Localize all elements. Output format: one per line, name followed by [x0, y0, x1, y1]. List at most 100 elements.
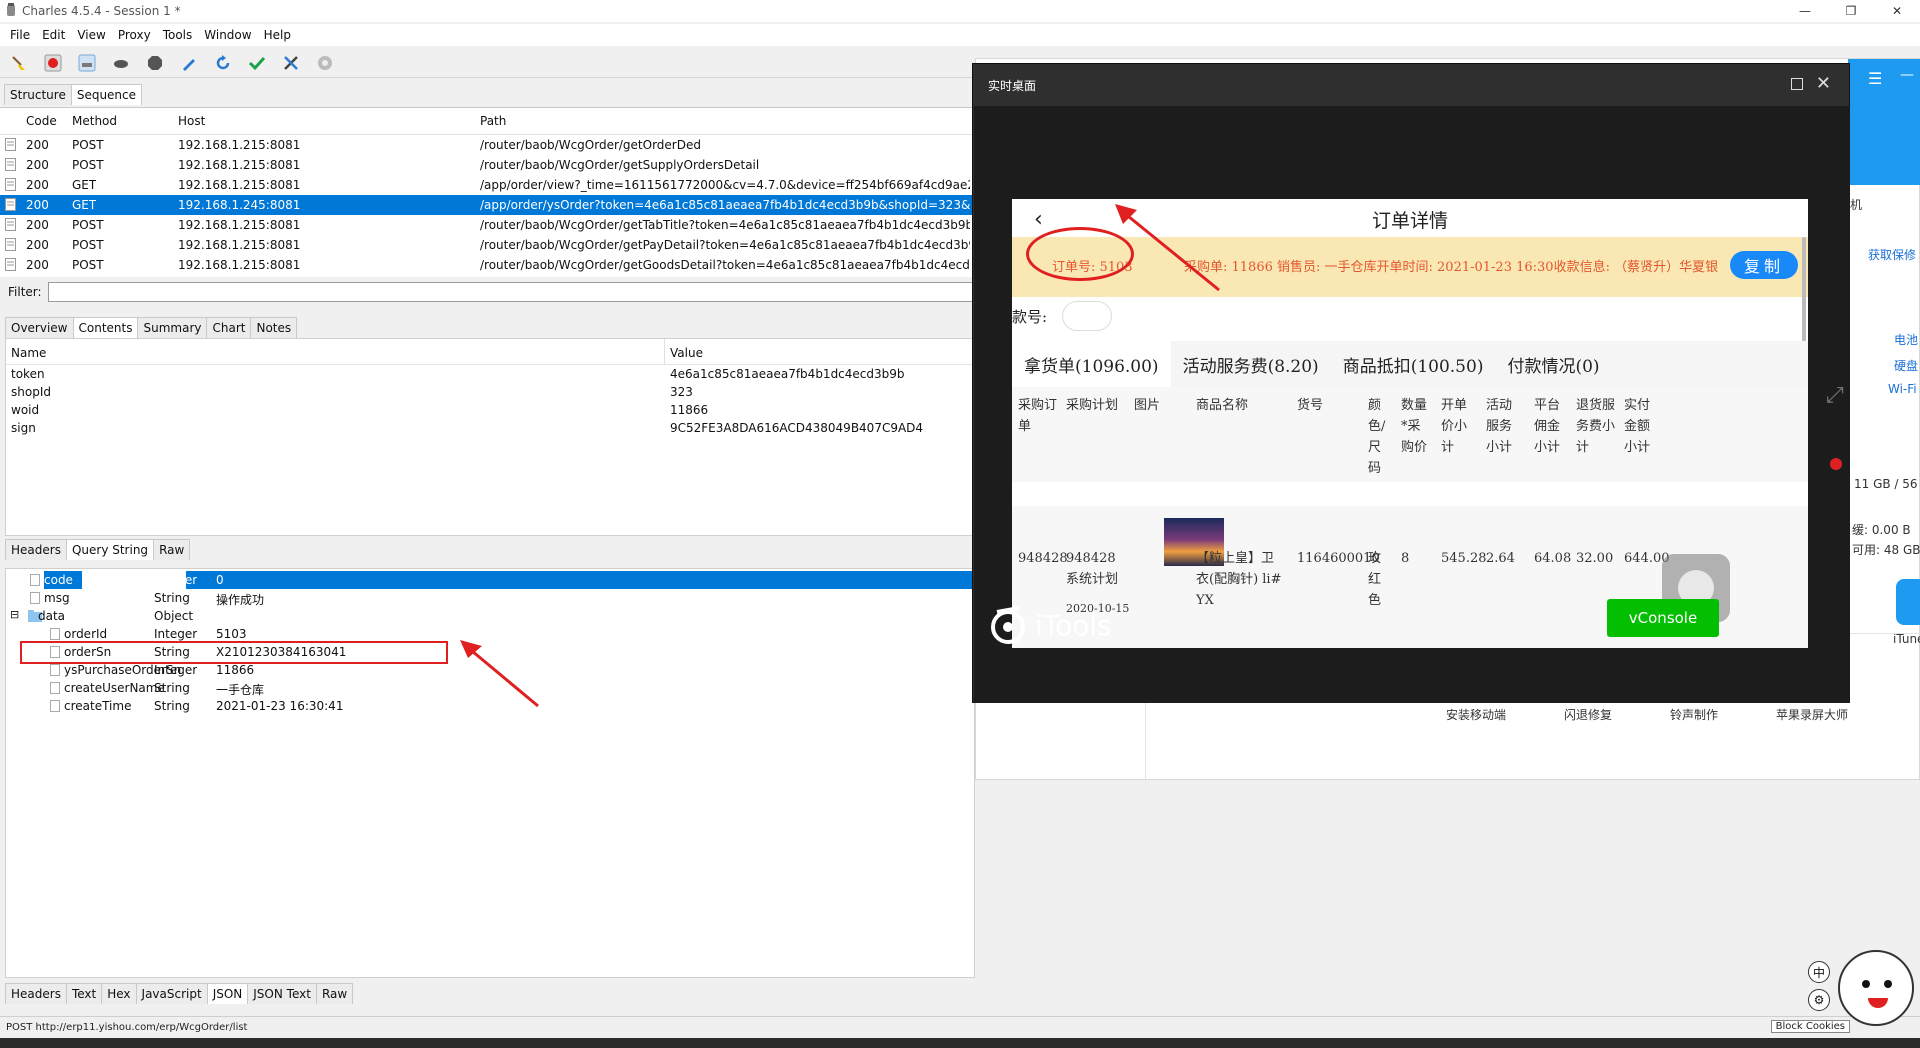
tab-overview[interactable]: Overview [5, 317, 74, 338]
tab-pickup-order[interactable]: 拿货单(1096.00) [1012, 341, 1171, 387]
close-button[interactable]: ✕ [1874, 0, 1920, 22]
itunes-icon[interactable] [1896, 579, 1920, 625]
menu-edit[interactable]: Edit [36, 28, 71, 42]
qs-col-name[interactable]: Name [11, 346, 46, 360]
maximize-button[interactable] [1791, 78, 1803, 90]
tool-screen-record[interactable]: 苹果录屏大师 [1776, 706, 1848, 723]
throttle-icon[interactable] [76, 52, 98, 74]
qs-col-value[interactable]: Value [670, 346, 703, 360]
refresh-icon[interactable] [212, 52, 234, 74]
sequence-row[interactable]: 200 POST 192.168.1.215:8081/router/baob/Wc… [0, 255, 975, 275]
response-tabs: Headers Text Hex JavaScript JSON JSON Te… [5, 983, 354, 1004]
side-label-itunes[interactable]: iTunes [1893, 632, 1920, 646]
menu-tools[interactable]: Tools [157, 28, 199, 42]
side-label-warranty[interactable]: 获取保修 [1868, 246, 1916, 263]
leaf-document-icon [50, 700, 60, 712]
sequence-row[interactable]: 200 POST 192.168.1.215:8081/router/baob/Wc… [0, 135, 975, 155]
document-icon [5, 258, 16, 271]
tab-query-string[interactable]: Query String [65, 539, 155, 560]
restore-button[interactable]: ❐ [1828, 0, 1874, 22]
ime-chinese-icon[interactable]: 中 [1808, 961, 1830, 983]
vconsole-button[interactable]: vConsole [1607, 599, 1719, 637]
tab-resp-json[interactable]: JSON [206, 983, 249, 1004]
tab-notes[interactable]: Notes [250, 317, 298, 338]
side-label-battery[interactable]: 电池 [1894, 331, 1918, 348]
td-activity: 2.64 [1486, 551, 1515, 566]
copy-button[interactable]: 复制 [1730, 251, 1798, 279]
tab-req-headers[interactable]: Headers [5, 539, 67, 560]
tab-summary[interactable]: Summary [137, 317, 208, 338]
tab-resp-raw[interactable]: Raw [315, 983, 354, 1004]
menu-file[interactable]: File [4, 28, 36, 42]
tab-resp-hex[interactable]: Hex [101, 983, 137, 1004]
tab-contents[interactable]: Contents [72, 317, 139, 338]
tab-structure[interactable]: Structure [4, 84, 72, 105]
turtle-icon[interactable] [110, 52, 132, 74]
menu-proxy[interactable]: Proxy [112, 28, 157, 42]
row-host: 192.168.1.215:8081 [178, 218, 301, 232]
tree-type: String [154, 699, 190, 713]
json-tree-row[interactable]: code Integer 0 [6, 571, 974, 589]
pen-icon[interactable] [178, 52, 200, 74]
tool-crash-fix[interactable]: 闪退修复 [1564, 706, 1612, 723]
minimize-icon[interactable]: — [1900, 67, 1914, 83]
qs-row[interactable]: sign 9C52FE3A8DA616ACD438049B407C9AD4 [6, 419, 974, 437]
tab-resp-text[interactable]: Text [65, 983, 103, 1004]
th-order: 采购订单 [1018, 398, 1058, 434]
tab-resp-json-text[interactable]: JSON Text [247, 983, 317, 1004]
collapse-icon[interactable]: ⊟ [10, 608, 19, 621]
qs-header: Name Value [6, 339, 974, 365]
sequence-row[interactable]: 200 GET 192.168.1.245:8081/app/order/ysOrd… [0, 195, 975, 215]
tab-resp-headers[interactable]: Headers [5, 983, 67, 1004]
tab-deduction[interactable]: 商品抵扣(100.50) [1331, 341, 1496, 387]
tab-req-raw[interactable]: Raw [153, 539, 191, 560]
leaf-document-icon [50, 628, 60, 640]
tool-ringtone[interactable]: 铃声制作 [1670, 706, 1718, 723]
sequence-row[interactable]: 200 POST 192.168.1.215:8081/router/baob/Wc… [0, 215, 975, 235]
menu-help[interactable]: Help [258, 28, 297, 42]
tab-payment[interactable]: 付款情况(0) [1495, 341, 1611, 387]
tab-resp-javascript[interactable]: JavaScript [135, 983, 208, 1004]
phone-scrollbar[interactable] [1802, 237, 1806, 357]
tab-chart[interactable]: Chart [206, 317, 252, 338]
row-method: POST [72, 138, 104, 152]
json-tree-row[interactable]: msg String 操作成功 [6, 589, 974, 607]
filter-input[interactable] [47, 282, 973, 302]
tool-install-mobile[interactable]: 安装移动端 [1446, 706, 1506, 723]
sequence-row[interactable]: 200 POST 192.168.1.215:8081/router/baob/Wc… [0, 155, 975, 175]
close-icon[interactable]: ✕ [1816, 73, 1831, 94]
check-icon[interactable] [246, 52, 268, 74]
col-host[interactable]: Host [178, 114, 205, 128]
settings-circle-icon[interactable]: ⚙ [1808, 989, 1830, 1011]
sequence-row[interactable]: 200 POST 192.168.1.215:8081/router/baob/Wc… [0, 235, 975, 255]
menu-window[interactable]: Window [198, 28, 257, 42]
tools-icon[interactable] [280, 52, 302, 74]
broom-icon[interactable] [8, 52, 30, 74]
col-method[interactable]: Method [72, 114, 117, 128]
minimize-button[interactable]: — [1782, 0, 1828, 22]
qs-row[interactable]: shopId 323 [6, 383, 974, 401]
record-icon[interactable] [42, 52, 64, 74]
query-string-table: Name Value token 4e6a1c85c81aeaea7fb4b1dc… [5, 338, 975, 536]
stop-icon[interactable] [144, 52, 166, 74]
th-platform: 平台佣金小计 [1534, 398, 1561, 455]
sequence-row[interactable]: 200 GET 192.168.1.215:8081/app/order/view?… [0, 175, 975, 195]
side-label-disk[interactable]: 硬盘 [1894, 357, 1918, 374]
expand-icon[interactable]: ⤢ [1826, 383, 1844, 408]
col-code[interactable]: Code [26, 114, 57, 128]
qs-row[interactable]: woid 11866 [6, 401, 974, 419]
tab-activity-fee[interactable]: 活动服务费(8.20) [1171, 341, 1331, 387]
td-plan: 948428 系统计划 [1066, 551, 1119, 587]
tab-sequence[interactable]: Sequence [70, 84, 143, 105]
json-tree-row[interactable]: ⊟ data Object [6, 607, 974, 625]
side-label-wifi[interactable]: Wi-Fi [1888, 382, 1917, 396]
sku-input[interactable] [1062, 301, 1112, 331]
gear-icon[interactable] [314, 52, 336, 74]
col-path[interactable]: Path [480, 114, 506, 128]
menu-view[interactable]: View [71, 28, 111, 42]
menu-icon[interactable]: ☰ [1868, 69, 1882, 88]
qs-value: 11866 [670, 403, 709, 417]
block-cookies-button[interactable]: Block Cookies [1770, 1020, 1850, 1033]
side-label-storage: 11 GB / 56 [1854, 477, 1918, 491]
qs-row[interactable]: token 4e6a1c85c81aeaea7fb4b1dc4ecd3b9b [6, 365, 974, 383]
